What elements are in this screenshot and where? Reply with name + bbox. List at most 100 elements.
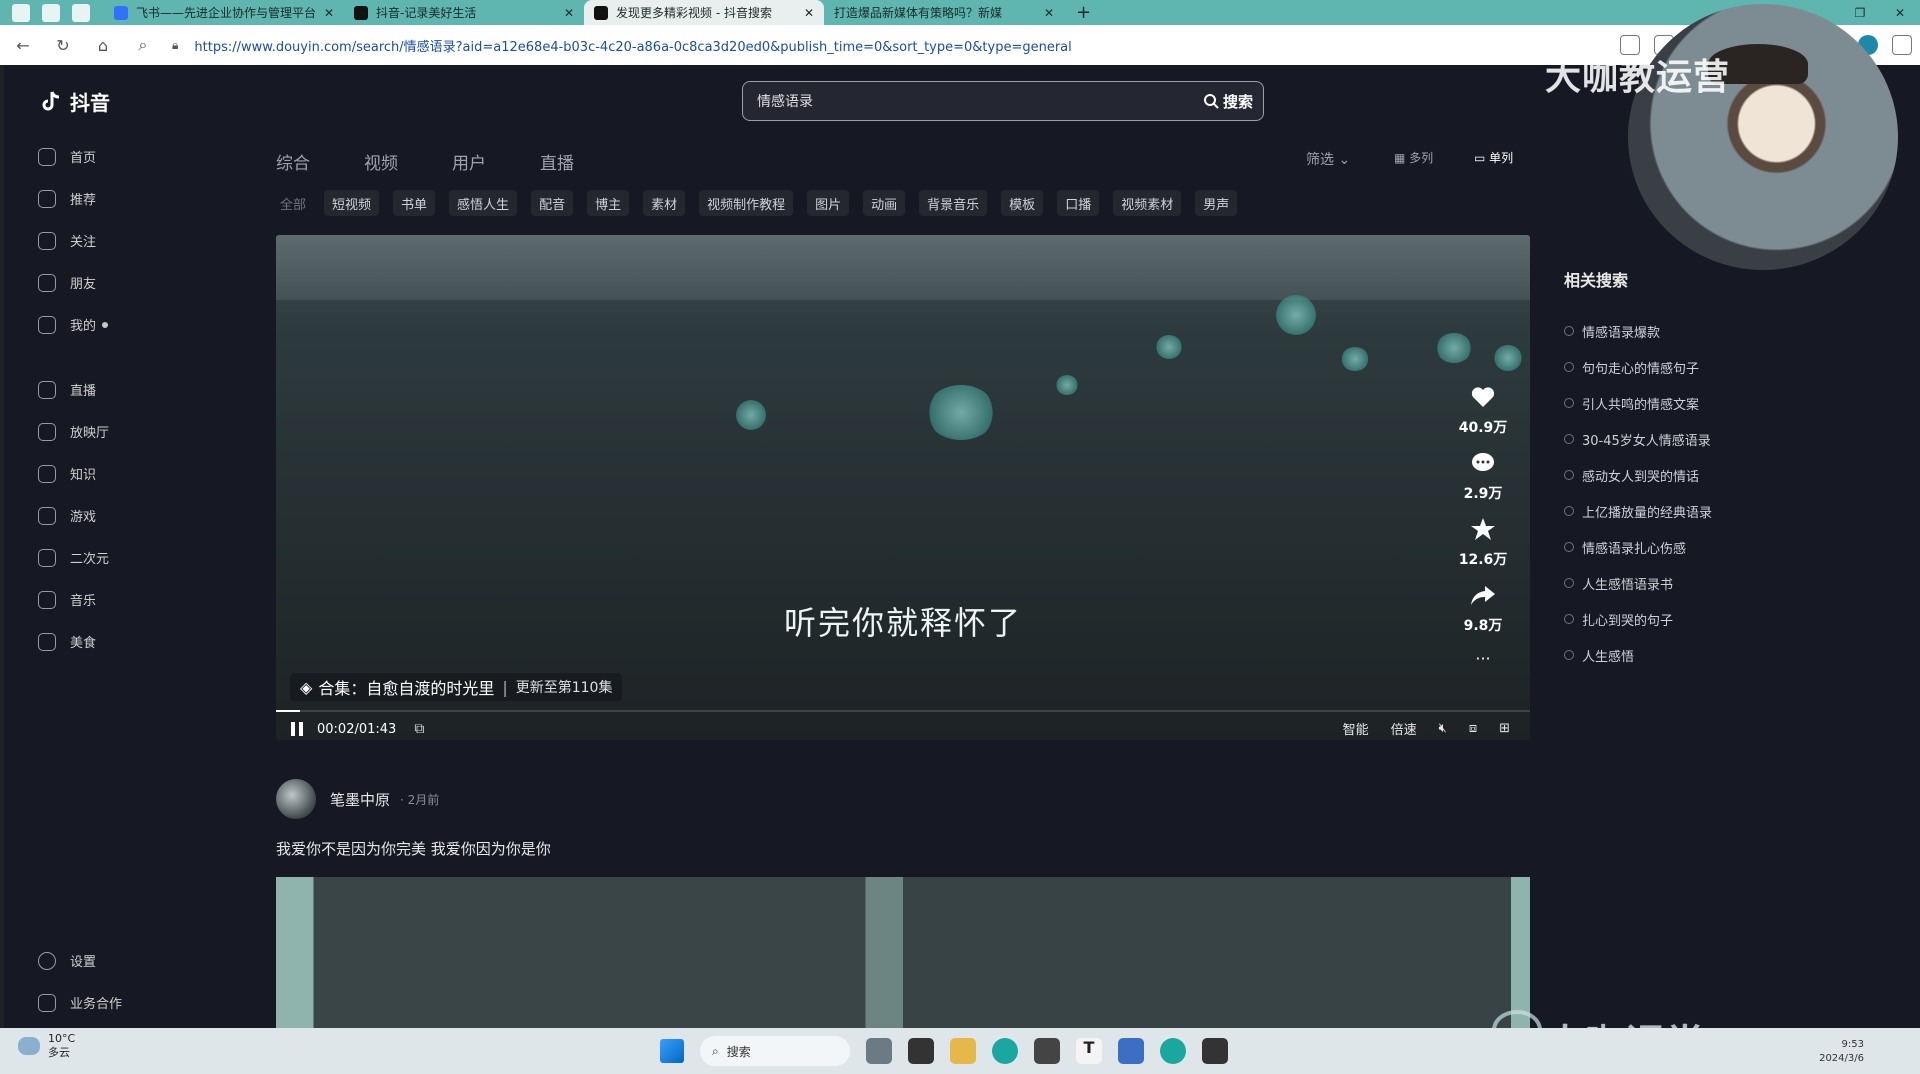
sidebar-item-game[interactable]: 游戏 xyxy=(38,506,96,525)
task-view-icon[interactable] xyxy=(908,1038,934,1064)
search-icon[interactable]: ⌕ xyxy=(126,35,160,55)
browser-tab-article[interactable]: 打造爆品新媒体有策略吗？新媒 ✕ xyxy=(824,0,1064,25)
chip-life[interactable]: 感悟人生 xyxy=(449,190,518,216)
mute-icon[interactable]: 🔇︎ xyxy=(1439,721,1447,736)
sidebar-item-cinema[interactable]: 放映厅 xyxy=(38,422,109,441)
mini-player-icon[interactable]: ⧈ xyxy=(1469,721,1477,736)
browser-icon[interactable] xyxy=(1160,1038,1186,1064)
taskbar-search[interactable]: ⌕ 搜索 xyxy=(700,1036,850,1066)
browser-tab-feishu[interactable]: 飞书——先进企业协作与管理平台 ✕ xyxy=(104,0,344,25)
related-search-item[interactable]: 30-45岁女人情感语录 xyxy=(1564,421,1884,457)
back-icon[interactable]: ← xyxy=(6,36,40,55)
chip-template[interactable]: 模板 xyxy=(1001,190,1044,216)
profile-icon[interactable] xyxy=(12,3,30,22)
browser-tab-douyin-search[interactable]: 发现更多精彩视频 - 抖音搜索 ✕ xyxy=(584,0,824,25)
chip-tutorial[interactable]: 视频制作教程 xyxy=(699,190,794,216)
related-search-item[interactable]: 上亿播放量的经典语录 xyxy=(1564,493,1884,529)
sidebar-item-settings[interactable]: 设置 xyxy=(38,951,96,970)
speed-button[interactable]: 倍速 xyxy=(1391,719,1417,738)
restore-icon[interactable]: ❐ xyxy=(1840,6,1880,20)
sidebar-item-follow[interactable]: 关注 xyxy=(38,231,96,250)
related-search-item[interactable]: 情感语录爆款 xyxy=(1564,313,1884,349)
sidebar-item-home[interactable]: 首页 xyxy=(38,147,96,166)
sidebar-item-anime[interactable]: 二次元 xyxy=(38,548,109,567)
new-tab-button[interactable]: + xyxy=(1076,2,1091,23)
sidebar-item-food[interactable]: 美食 xyxy=(38,632,96,651)
chip-dubbing[interactable]: 配音 xyxy=(531,190,574,216)
share-button[interactable]: 9.8万 xyxy=(1454,583,1512,635)
related-search-item[interactable]: 人生感悟语录书 xyxy=(1564,565,1884,601)
pause-icon[interactable] xyxy=(291,722,303,736)
close-window-icon[interactable]: ✕ xyxy=(1880,6,1920,20)
sidebar-item-recommend[interactable]: 推荐 xyxy=(38,189,96,208)
related-search-item[interactable]: 句句走心的情感句子 xyxy=(1564,349,1884,385)
related-search-item[interactable]: 引人共鸣的情感文案 xyxy=(1564,385,1884,421)
browser-tab-douyin-home[interactable]: 抖音-记录美好生活 ✕ xyxy=(344,0,584,25)
chip-material[interactable]: 素材 xyxy=(643,190,686,216)
tab-user[interactable]: 用户 xyxy=(452,149,486,174)
filter-button[interactable]: 筛选 ⌄ xyxy=(1306,149,1350,169)
sidebar-item-knowledge[interactable]: 知识 xyxy=(38,464,96,483)
related-search-item[interactable]: 人生感悟 xyxy=(1564,637,1884,673)
lock-icon[interactable]: 🔒︎ xyxy=(172,38,178,53)
chip-all[interactable]: 全部 xyxy=(276,190,310,216)
multi-column-button[interactable]: ▦ 多列 xyxy=(1394,149,1433,166)
refresh-icon[interactable]: ↻ xyxy=(46,36,80,55)
chip-short-video[interactable]: 短视频 xyxy=(324,190,380,216)
chip-bgm[interactable]: 背景音乐 xyxy=(919,190,988,216)
app-icon[interactable] xyxy=(866,1038,892,1064)
pip-icon[interactable]: ⧉ xyxy=(414,721,424,737)
avatar[interactable] xyxy=(276,779,316,819)
chip-blogger[interactable]: 博主 xyxy=(587,190,630,216)
tab-live[interactable]: 直播 xyxy=(540,149,574,174)
weather-widget[interactable]: 10°C 多云 xyxy=(18,1032,75,1060)
close-icon[interactable]: ✕ xyxy=(804,6,814,20)
tab-general[interactable]: 综合 xyxy=(276,149,310,174)
collections-icon[interactable] xyxy=(42,3,60,22)
related-search-item[interactable]: 扎心到哭的句子 xyxy=(1564,601,1884,637)
chip-animation[interactable]: 动画 xyxy=(863,190,906,216)
start-icon[interactable] xyxy=(660,1039,684,1063)
chip-image[interactable]: 图片 xyxy=(807,190,850,216)
related-search-item[interactable]: 感动女人到哭的情话 xyxy=(1564,457,1884,493)
sidebar-item-live[interactable]: 直播 xyxy=(38,380,96,399)
related-search-item[interactable]: 情感语录扎心伤感 xyxy=(1564,529,1884,565)
chip-booklist[interactable]: 书单 xyxy=(393,190,436,216)
tab-video[interactable]: 视频 xyxy=(364,149,398,174)
collection-badge[interactable]: ◈ 合集：自愈自渡的时光里 | 更新至第110集 xyxy=(290,673,623,701)
home-icon[interactable]: ⌂ xyxy=(86,36,120,55)
search-input[interactable] xyxy=(743,93,1203,109)
chip-male-voice[interactable]: 男声 xyxy=(1195,190,1238,216)
close-icon[interactable]: ✕ xyxy=(324,6,334,20)
video-player[interactable]: 听完你就释怀了 ◈ 合集：自愈自渡的时光里 | 更新至第110集 40.9万 2… xyxy=(276,235,1530,740)
close-icon[interactable]: ✕ xyxy=(1044,6,1054,20)
author-name[interactable]: 笔墨中原 xyxy=(330,789,390,810)
like-button[interactable]: 40.9万 xyxy=(1454,385,1512,437)
app-icon[interactable] xyxy=(1034,1038,1060,1064)
url-field[interactable]: https://www.douyin.com/search/情感语录?aid=a… xyxy=(194,36,1071,55)
app-icon[interactable] xyxy=(1202,1038,1228,1064)
more-button[interactable]: ··· xyxy=(1454,649,1512,668)
favorite-button[interactable]: 12.6万 xyxy=(1454,517,1512,569)
edge-icon[interactable] xyxy=(992,1038,1018,1064)
sidebar-item-business[interactable]: 业务合作 xyxy=(38,993,122,1012)
comment-button[interactable]: 2.9万 xyxy=(1454,451,1512,503)
sidebar-item-friends[interactable]: 朋友 xyxy=(38,273,96,292)
sidebar-item-music[interactable]: 音乐 xyxy=(38,590,96,609)
quality-button[interactable]: 智能 xyxy=(1343,719,1369,738)
next-video-thumbnail[interactable] xyxy=(276,877,1530,1028)
chip-video-material[interactable]: 视频素材 xyxy=(1113,190,1182,216)
file-explorer-icon[interactable] xyxy=(950,1038,976,1064)
text-app-icon[interactable]: T xyxy=(1076,1038,1102,1064)
sidebar-item-mine[interactable]: 我的 xyxy=(38,315,109,334)
notes-icon[interactable] xyxy=(1118,1038,1144,1064)
sidebar-icon[interactable] xyxy=(1892,35,1912,55)
video-description[interactable]: 我爱你不是因为你完美 我爱你因为你是你 xyxy=(276,838,551,859)
fullscreen-icon[interactable]: ⊞ xyxy=(1499,721,1510,736)
single-column-button[interactable]: ▭ 单列 xyxy=(1474,149,1513,166)
chip-voiceover[interactable]: 口播 xyxy=(1057,190,1100,216)
douyin-logo[interactable]: 抖音 xyxy=(38,87,110,116)
search-button[interactable]: 搜索 xyxy=(1203,91,1263,112)
tab-actions-icon[interactable] xyxy=(72,3,90,22)
close-icon[interactable]: ✕ xyxy=(564,6,574,20)
